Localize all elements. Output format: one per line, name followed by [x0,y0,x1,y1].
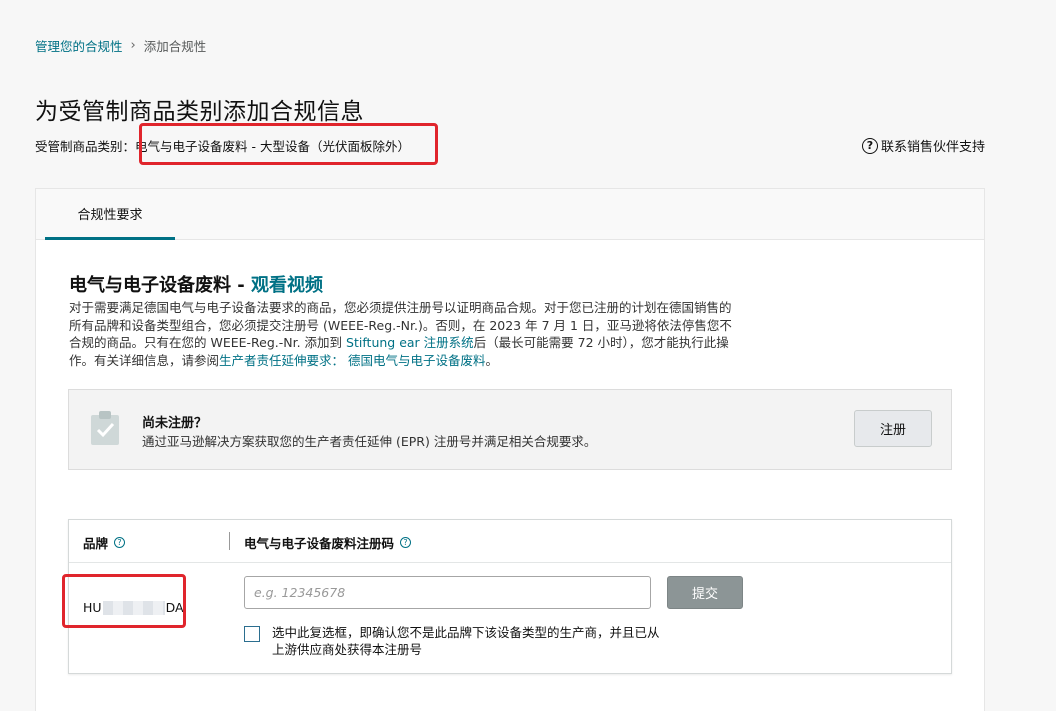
chevron-right-icon: › [130,38,136,53]
breadcrumb-current: 添加合规性 [143,39,207,54]
register-prompt-box: 尚未注册？ 通过亚马逊解决方案获取您的生产者责任延伸 (EPR) 注册号并满足相… [68,389,952,470]
producer-confirm-label: 选中此复选框，即确认您不是此品牌下该设备类型的生产商，并且已从上游供应商处获得本… [272,625,660,657]
submit-button[interactable]: 提交 [667,576,743,609]
stiftung-ear-link[interactable]: Stiftung ear 注册系统 [346,335,474,350]
producer-confirm-checkbox[interactable] [244,626,260,642]
column-header-brand: 品牌 ? [83,533,126,552]
register-description: 通过亚马逊解决方案获取您的生产者责任延伸 (EPR) 注册号并满足相关合规要求。 [142,434,597,449]
register-title: 尚未注册？ [142,416,208,431]
clipboard-check-icon [91,411,119,445]
category-label: 受管制商品类别： [35,139,136,154]
epr-requirements-link[interactable]: 生产者责任延伸要求： 德国电气与电子设备废料 [219,353,485,368]
page-title: 为受管制商品类别添加合规信息 [35,99,364,125]
tab-compliance-requirements[interactable]: 合规性要求 [45,189,175,240]
column-divider [229,532,230,550]
section-title-text: 电气与电子设备废料 - [69,275,252,296]
seller-support-label: 联系销售伙伴支持 [881,140,986,155]
watch-video-link[interactable]: 观看视频 [251,275,323,296]
weee-code-info-icon[interactable]: ? [400,537,412,548]
category-highlight-box [139,123,438,165]
section-title: 电气与电子设备废料 - 观看视频 [69,271,323,297]
brand-info-icon[interactable]: ? [114,537,126,548]
table-header: 品牌 ? 电气与电子设备废料注册码 ? [69,520,951,563]
question-circle-icon: ? [862,137,878,154]
weee-code-header-label: 电气与电子设备废料注册码 [244,536,395,551]
register-button[interactable]: 注册 [854,410,932,447]
breadcrumb-link-manage-compliance[interactable]: 管理您的合规性 [35,36,123,55]
seller-support-link[interactable]: ? 联系销售伙伴支持 [862,136,985,155]
brand-highlight-box [62,574,186,628]
registration-table: 品牌 ? 电气与电子设备废料注册码 ? HUDA 提交 选中此复选框，即确认您不… [68,519,952,674]
breadcrumb: 管理您的合规性 › 添加合规性 [35,36,206,55]
weee-code-input[interactable] [244,576,651,609]
tab-bar: 合规性要求 [36,189,984,240]
compliance-card: 合规性要求 电气与电子设备废料 - 观看视频 对于需要满足德国电气与电子设备法要… [35,188,985,711]
column-header-weee-code: 电气与电子设备废料注册码 ? [244,533,412,552]
brand-header-label: 品牌 [83,536,109,551]
section-description: 对于需要满足德国电气与电子设备法要求的商品，您必须提供注册号以证明商品合规。对于… [69,299,739,369]
description-text-3: 。 [485,352,499,368]
